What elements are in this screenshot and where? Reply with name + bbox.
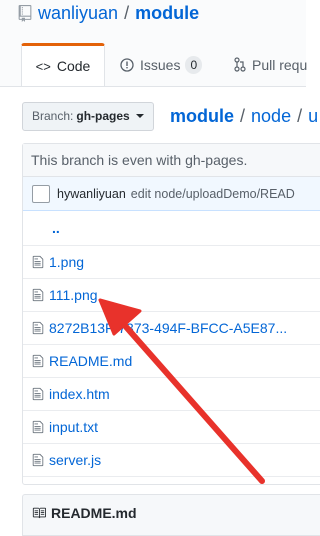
breadcrumb: module / node / u — [170, 102, 318, 130]
branch-value: gh-pages — [76, 109, 130, 123]
commit-author[interactable]: hywanliyuan — [57, 187, 126, 201]
repo-title-separator: / — [124, 2, 130, 23]
file-link[interactable]: 111.png — [49, 287, 98, 303]
breadcrumb-separator: / — [297, 105, 303, 126]
breadcrumb-separator: / — [240, 105, 246, 126]
tab-issues[interactable]: Issues 0 — [120, 44, 203, 85]
repo-owner-link[interactable]: wanliyuan — [38, 3, 118, 24]
file-row[interactable]: index.htm — [23, 378, 320, 411]
file-link[interactable]: input.txt — [49, 419, 98, 435]
issue-icon — [120, 57, 134, 72]
file-row[interactable]: 8272B13F-7373-494F-BFCC-A5E87... — [23, 312, 320, 345]
file-link[interactable]: 8272B13F-7373-494F-BFCC-A5E87... — [49, 320, 287, 336]
tab-code[interactable]: <> Code — [21, 43, 105, 86]
breadcrumb-root[interactable]: module — [170, 106, 234, 127]
parent-directory-link[interactable]: .. — [32, 220, 60, 236]
file-icon — [32, 321, 44, 335]
tab-issues-label: Issues — [140, 56, 181, 73]
issues-counter: 0 — [185, 55, 203, 74]
branch-select-button[interactable]: Branch: gh-pages — [22, 101, 154, 131]
file-row[interactable]: 1.png — [23, 246, 320, 279]
tab-pull-requests-label: Pull requ — [252, 56, 308, 73]
pull-request-icon — [234, 57, 246, 72]
readme-box: README.md — [22, 494, 320, 536]
file-link[interactable]: README.md — [49, 353, 132, 369]
file-row[interactable]: server.js — [23, 444, 320, 477]
file-row-parent[interactable]: .. — [23, 211, 320, 246]
chevron-down-icon — [135, 114, 144, 118]
file-row[interactable]: input.txt — [23, 411, 320, 444]
file-row[interactable]: README.md — [23, 345, 320, 378]
file-icon — [32, 255, 44, 269]
avatar[interactable] — [32, 184, 50, 203]
file-icon — [32, 387, 44, 401]
file-link[interactable]: server.js — [49, 452, 101, 468]
repo-title: wanliyuan / module — [18, 2, 199, 24]
file-link[interactable]: index.htm — [49, 386, 110, 402]
code-icon: <> — [35, 58, 51, 74]
branch-label: Branch: — [32, 109, 74, 123]
readme-title: README.md — [51, 505, 137, 521]
repo-header: wanliyuan / module <> Code Issues 0 Pull… — [0, 0, 307, 87]
branch-selector-row: Branch: gh-pages — [22, 101, 154, 131]
tab-pull-requests[interactable]: Pull requ — [234, 44, 307, 85]
branch-status: This branch is even with gh-pages. — [23, 144, 320, 177]
repo-nav-tabs: <> Code Issues 0 Pull requ — [0, 43, 307, 86]
file-icon — [32, 288, 44, 302]
repo-name-link[interactable]: module — [135, 3, 199, 24]
file-row[interactable]: 111.png — [23, 279, 320, 312]
breadcrumb-node[interactable]: node — [251, 106, 291, 127]
breadcrumb-current[interactable]: u — [308, 106, 318, 127]
file-icon — [32, 354, 44, 368]
repo-icon — [18, 4, 32, 22]
file-link[interactable]: 1.png — [49, 254, 84, 270]
file-navigation-box: This branch is even with gh-pages. hywan… — [22, 143, 320, 485]
readme-header: README.md — [23, 495, 320, 527]
commit-message[interactable]: edit node/uploadDemo/READ — [131, 187, 295, 201]
file-icon — [32, 453, 44, 467]
latest-commit-bar: hywanliyuan edit node/uploadDemo/READ — [23, 177, 320, 211]
file-icon — [32, 420, 44, 434]
tab-code-label: Code — [56, 58, 91, 74]
